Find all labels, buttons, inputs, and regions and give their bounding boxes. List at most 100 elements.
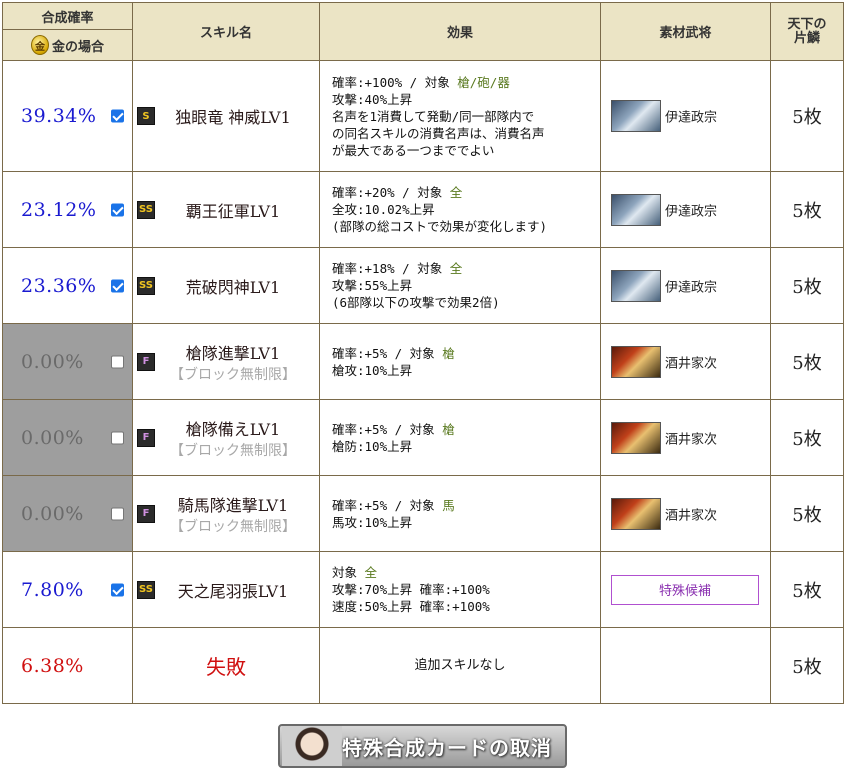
skill-row: 39.34% S 独眼竜 神威LV1 確率:+100% / 対象 槍/砲/器 攻撃…: [2, 60, 844, 172]
general-portrait[interactable]: [611, 100, 661, 132]
rank-badge-icon: SS: [137, 276, 155, 295]
effect-line: (6部隊以下の攻撃で効果2倍): [332, 295, 500, 310]
effect-line: が最大である一つまででよい: [332, 142, 495, 158]
fail-row: 6.38% 失敗 追加スキルなし 5枚: [2, 627, 844, 704]
skill-checkbox[interactable]: [111, 431, 124, 444]
material-cell: 伊達政宗: [600, 60, 771, 172]
rank-badge-icon: S: [137, 107, 155, 125]
rate-value: 0.00%: [21, 350, 84, 373]
effect-cell: 確率:+5% / 対象 馬馬攻:10%上昇: [319, 475, 601, 552]
gold-case-label: 金の場合: [51, 39, 104, 55]
skill-name: 荒破閃神LV1: [185, 277, 281, 297]
scale-count: 5枚: [770, 323, 844, 400]
rate-cell: 23.12%: [2, 171, 133, 248]
effect-line: (部隊の総コストで効果が変化します): [332, 219, 548, 234]
material-cell: 酒井家次: [600, 399, 771, 476]
effect-target: 槍: [442, 345, 455, 361]
skill-checkbox[interactable]: [111, 203, 124, 216]
skill-row: 23.36% SS 荒破閃神LV1 確率:+18% / 対象 全攻撃:55%上昇…: [2, 247, 844, 324]
effect-line: 速度:50%上昇 確率:+100%: [332, 599, 490, 614]
effect-cell: 確率:+100% / 対象 槍/砲/器 攻撃:40%上昇 名声を1消費して発動/同一…: [319, 60, 601, 172]
skill-cell: SS 覇王征軍LV1: [132, 171, 320, 248]
effect-line: 確率:+100% / 対象 槍/砲/器: [332, 74, 510, 90]
skill-name-header: スキル名: [132, 2, 320, 61]
scale-header: 天下の 片鱗: [770, 2, 844, 61]
skill-note: 【ブロック無制限】: [170, 366, 296, 383]
skill-checkbox[interactable]: [111, 109, 124, 123]
skill-name: 独眼竜 神威LV1: [175, 108, 291, 127]
scale-count: 5枚: [770, 247, 844, 324]
skill-row: 0.00% F 槍隊進撃LV1 【ブロック無制限】 確率:+5% / 対象 槍槍…: [2, 323, 844, 400]
rank-badge-icon: F: [137, 428, 155, 447]
skill-cell: SS 荒破閃神LV1: [132, 247, 320, 324]
rate-cell: 23.36%: [2, 247, 133, 324]
scale-header-line2: 片鱗: [793, 30, 820, 46]
rate-cell: 0.00%: [2, 475, 133, 552]
scale-count: 5枚: [770, 399, 844, 476]
skill-checkbox[interactable]: [111, 507, 124, 520]
rate-cell: 0.00%: [2, 399, 133, 476]
skill-row: 7.80% SS 天之尾羽張LV1 対象 全攻撃:70%上昇 確率:+100% 速…: [2, 551, 844, 628]
material-cell: 伊達政宗: [600, 171, 771, 248]
effect-line: 対象 全: [332, 565, 378, 580]
rate-cell: 39.34%: [2, 60, 133, 172]
fail-cell: 失敗: [132, 627, 320, 704]
effect-cell: 対象 全攻撃:70%上昇 確率:+100% 速度:50%上昇 確率:+100%: [319, 551, 601, 628]
effect-line: 槍攻:10%上昇: [332, 362, 413, 378]
cancel-special-card-button[interactable]: 特殊合成カードの取消: [278, 724, 567, 768]
material-cell: 特殊候補: [600, 551, 771, 628]
rank-badge-icon: F: [137, 504, 155, 523]
general-portrait[interactable]: [611, 421, 661, 454]
skill-checkbox[interactable]: [111, 279, 124, 292]
effect-target: 全: [449, 261, 463, 276]
general-portrait[interactable]: [611, 269, 661, 302]
effect-line: 攻撃:55%上昇: [332, 278, 413, 293]
skill-cell: F 槍隊進撃LV1 【ブロック無制限】: [132, 323, 320, 400]
synthesis-table: 合成確率 スキル名 効果 素材武将 天下の 片鱗 金 金の場合 39.34% S: [2, 2, 844, 704]
material-header: 素材武将: [600, 2, 771, 61]
special-candidate-button[interactable]: 特殊候補: [611, 574, 759, 605]
skill-row: 0.00% F 槍隊備えLV1 【ブロック無制限】 確率:+5% / 対象 槍槍…: [2, 399, 844, 476]
cancel-special-card-label: 特殊合成カードの取消: [342, 735, 552, 760]
skill-checkbox[interactable]: [111, 355, 124, 368]
scale-count: 5枚: [770, 627, 844, 704]
rate-header: 合成確率: [2, 2, 133, 30]
skill-cell: F 槍隊備えLV1 【ブロック無制限】: [132, 399, 320, 476]
material-cell: 伊達政宗: [600, 247, 771, 324]
skill-note: 【ブロック無制限】: [170, 518, 296, 535]
rank-badge-icon: SS: [137, 580, 155, 599]
effect-line: 確率:+20% / 対象 全: [332, 185, 463, 200]
effect-line: 確率:+5% / 対象 馬: [332, 497, 455, 513]
effect-line: 名声を1消費して発動/同一部隊内で: [332, 108, 535, 124]
effect-target: 全: [449, 185, 463, 200]
general-portrait[interactable]: [611, 497, 661, 530]
general-portrait[interactable]: [611, 345, 661, 378]
effect-cell: 確率:+5% / 対象 槍槍攻:10%上昇: [319, 323, 601, 400]
rate-value: 0.00%: [21, 502, 84, 525]
scale-header-line1: 天下の: [787, 16, 827, 32]
scale-count: 5枚: [770, 551, 844, 628]
rate-value: 7.80%: [21, 578, 84, 601]
material-cell: 酒井家次: [600, 475, 771, 552]
skill-checkbox[interactable]: [111, 583, 124, 596]
skill-name: 槍隊進撃LV1: [185, 343, 281, 363]
skill-cell: F 騎馬隊進撃LV1 【ブロック無制限】: [132, 475, 320, 552]
effect-target: 馬: [442, 497, 455, 513]
scale-count: 5枚: [770, 171, 844, 248]
material-cell: 酒井家次: [600, 323, 771, 400]
effect-target: 槍/砲/器: [457, 74, 510, 90]
general-name: 酒井家次: [665, 432, 718, 447]
effect-line: 確率:+5% / 対象 槍: [332, 345, 455, 361]
scale-count: 5枚: [770, 60, 844, 172]
effect-target: 槍: [442, 421, 455, 437]
material-cell: [600, 627, 771, 704]
girl-portrait-icon: [282, 726, 342, 766]
rank-badge-icon: SS: [137, 200, 155, 219]
fail-label: 失敗: [206, 655, 246, 679]
general-portrait[interactable]: [611, 193, 661, 226]
rate-value: 23.36%: [21, 274, 97, 297]
scale-count: 5枚: [770, 475, 844, 552]
rank-badge-icon: F: [137, 352, 155, 371]
rate-cell: 0.00%: [2, 323, 133, 400]
general-name: 伊達政宗: [665, 110, 718, 126]
